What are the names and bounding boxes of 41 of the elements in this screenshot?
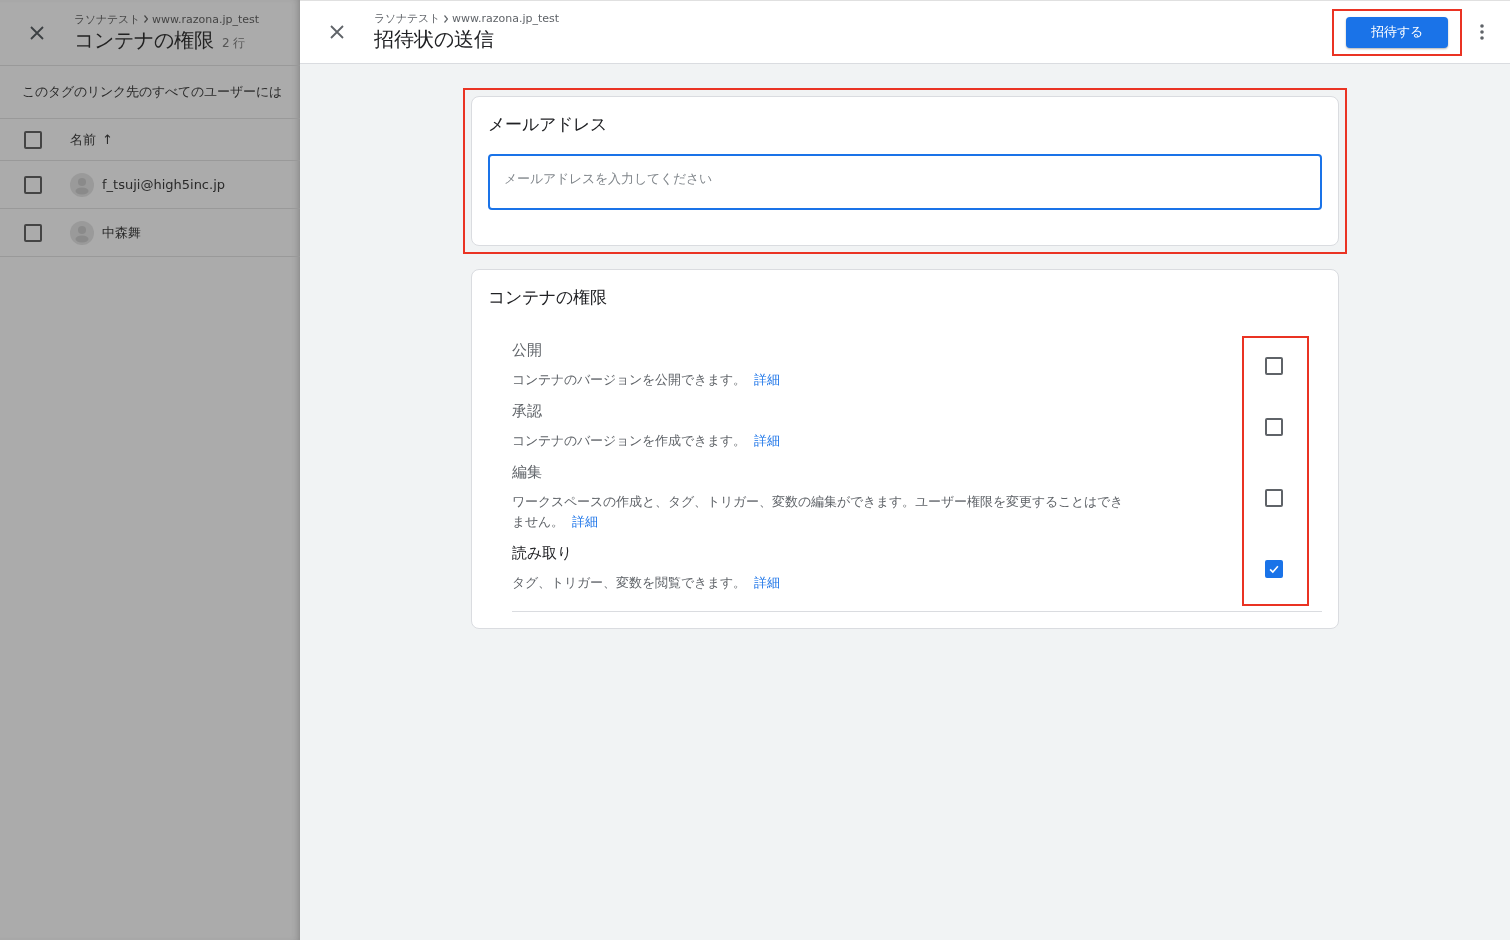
close-icon[interactable] <box>30 25 44 40</box>
details-link[interactable]: 詳細 <box>572 514 598 529</box>
column-header[interactable]: 名前 <box>70 130 96 149</box>
user-name: 中森舞 <box>102 223 141 242</box>
permission-description: コンテナのバージョンを作成できます。 詳細 <box>512 432 781 450</box>
chevron-icon <box>444 14 448 23</box>
checkbox[interactable] <box>1265 559 1283 578</box>
permission-title: 公開 <box>512 341 543 360</box>
email-field[interactable]: メールアドレスを入力してください <box>488 154 1322 210</box>
more-icon[interactable] <box>1480 24 1484 40</box>
panel-title: コンテナの権限 <box>74 26 214 54</box>
row-count: 2 行 <box>222 34 246 52</box>
permission-description: ワークスペースの作成と、タグ、トリガー、変数の編集ができます。ユーザー権限を変更することはできません。 詳細 <box>512 493 1124 531</box>
permission-description: コンテナのバージョンを公開できます。 詳細 <box>512 371 781 389</box>
close-icon[interactable] <box>330 25 344 39</box>
permission-title: 承認 <box>512 402 543 421</box>
permission-title: 編集 <box>512 463 543 482</box>
checkbox[interactable] <box>24 130 42 149</box>
card-title: コンテナの権限 <box>488 286 608 309</box>
dialog-title: 招待状の送信 <box>374 26 495 53</box>
breadcrumb-account: ラソナテスト <box>374 11 440 26</box>
permission-description: タグ、トリガー、変数を閲覧できます。 詳細 <box>512 574 781 592</box>
avatar-icon <box>70 220 94 245</box>
checkbox[interactable] <box>24 223 42 242</box>
details-link[interactable]: 詳細 <box>754 575 780 590</box>
avatar-icon <box>70 172 94 197</box>
checkbox[interactable] <box>1265 417 1283 436</box>
sort-arrow[interactable]: ↑ <box>102 132 113 147</box>
invite-button[interactable]: 招待する <box>1346 16 1448 48</box>
details-link[interactable]: 詳細 <box>754 372 780 387</box>
breadcrumb-container: www.razona.jp_test <box>452 12 560 25</box>
breadcrumb-container: www.razona.jp_test <box>152 12 260 26</box>
user-name: f_tsuji@high5inc.jp <box>102 177 226 192</box>
card-title: メールアドレス <box>488 113 608 136</box>
chevron-icon <box>144 15 148 23</box>
checkbox[interactable] <box>24 175 42 194</box>
breadcrumb-account: ラソナテスト <box>74 11 140 27</box>
details-link[interactable]: 詳細 <box>754 433 780 448</box>
checkbox[interactable] <box>1265 488 1283 507</box>
permission-title: 読み取り <box>512 544 573 563</box>
checkbox[interactable] <box>1265 356 1283 375</box>
